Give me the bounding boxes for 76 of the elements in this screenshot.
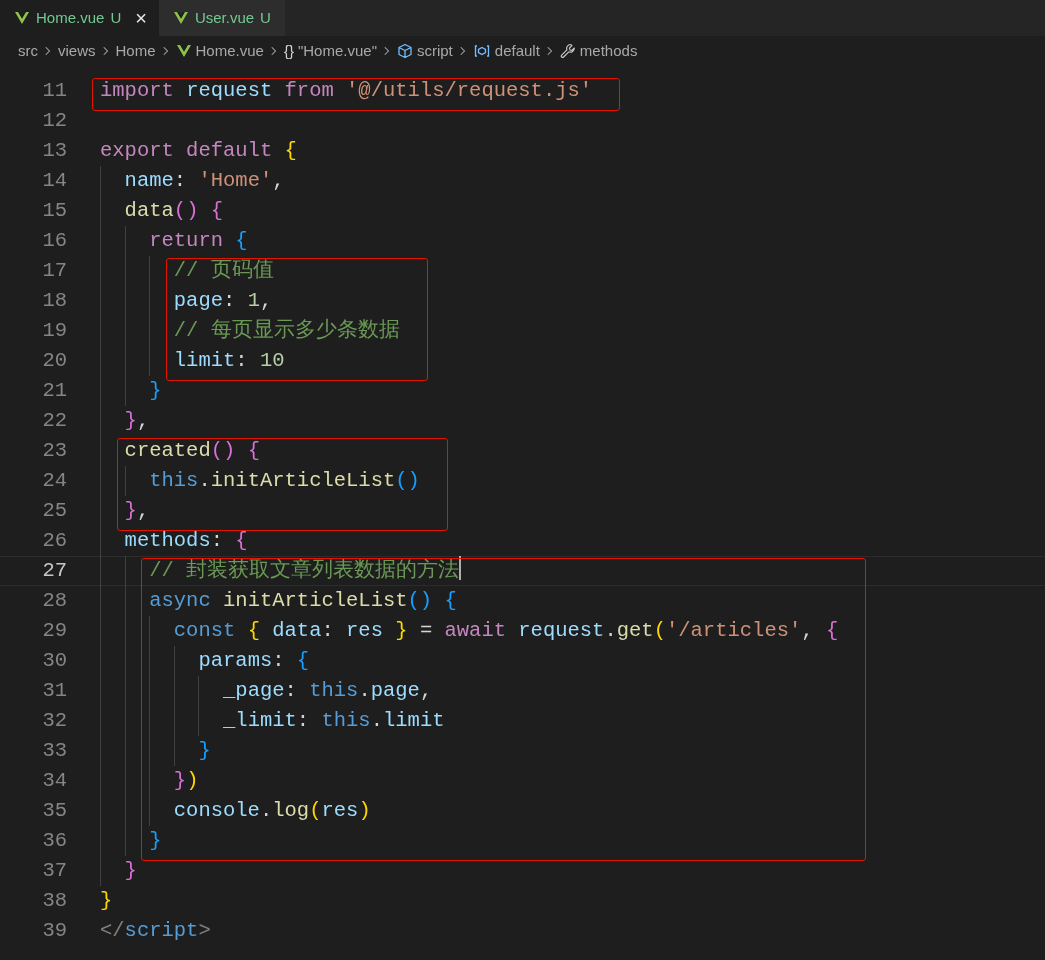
breadcrumb-item[interactable]: "Home.vue" — [297, 39, 377, 63]
line-number: 12 — [41, 108, 67, 134]
line-number: 16 — [41, 228, 67, 254]
vue-logo-icon — [14, 10, 30, 26]
editor-tab[interactable]: User.vue U — [158, 0, 285, 36]
line-number: 34 — [41, 768, 67, 794]
code-line: page: 1, — [173, 288, 273, 314]
line-number: 17 — [41, 258, 67, 284]
code-line: } — [124, 858, 137, 884]
line-number: 28 — [41, 588, 67, 614]
code-line: data() { — [124, 198, 224, 224]
code-line: import request from '@/utils/request.js' — [100, 78, 593, 104]
line-number: 21 — [41, 378, 67, 404]
code-line: // 封装获取文章列表数据的方法 — [149, 558, 460, 584]
breadcrumb-item[interactable]: methods — [579, 39, 638, 63]
breadcrumb-item[interactable]: Home.vue — [195, 39, 264, 63]
line-number: 11 — [41, 78, 67, 104]
line-number: 27 — [41, 558, 67, 584]
breadcrumb-item[interactable]: default — [494, 39, 540, 63]
code-line: } — [100, 888, 113, 914]
line-number: 37 — [41, 858, 67, 884]
code-line: export default { — [100, 138, 297, 164]
vue-logo-icon — [172, 10, 189, 26]
line-number: 15 — [41, 198, 67, 224]
line-number: 26 — [41, 528, 67, 554]
code-line: params: { — [198, 648, 310, 674]
braces-icon: {} — [283, 39, 294, 63]
breadcrumb-item[interactable]: script — [416, 39, 453, 63]
code-line: return { — [149, 228, 248, 254]
line-number: 18 — [41, 288, 67, 314]
code-line: const { data: res } = await request.get('/articles', { — [173, 618, 839, 644]
code-line: _limit: this.limit — [223, 708, 445, 734]
code-line: }, — [124, 498, 150, 524]
close-icon[interactable]: × — [135, 8, 147, 28]
code-line: methods: { — [124, 528, 248, 554]
code-line: _page: this.page, — [223, 678, 433, 704]
code-line: } — [198, 738, 211, 764]
code-line: async initArticleList() { — [149, 588, 457, 614]
line-number: 32 — [41, 708, 67, 734]
wrench-icon — [559, 43, 576, 59]
code-line: console.log(res) — [173, 798, 371, 824]
line-number: 20 — [41, 348, 67, 374]
line-number: 30 — [41, 648, 67, 674]
line-number: 38 — [41, 888, 67, 914]
text-cursor — [459, 556, 462, 580]
code-line: } — [149, 378, 162, 404]
line-number: 35 — [41, 798, 67, 824]
breadcrumb-item[interactable]: views — [58, 39, 96, 63]
line-number: 31 — [41, 678, 67, 704]
code-line: // 页码值 — [173, 258, 274, 284]
editor-tab[interactable]: Home.vue U × — [0, 0, 159, 36]
line-number: 39 — [41, 918, 67, 944]
code-line: </script> — [100, 918, 211, 944]
line-number: 24 — [41, 468, 67, 494]
code-line: } — [149, 828, 162, 854]
line-number: 29 — [41, 618, 67, 644]
code-line: }, — [124, 408, 150, 434]
line-number: 33 — [41, 738, 67, 764]
line-number: 25 — [41, 498, 67, 524]
vue-logo-icon — [175, 43, 192, 59]
code-line: // 每页显示多少条数据 — [173, 317, 400, 344]
code-line: }) — [173, 768, 199, 794]
line-number: 22 — [41, 408, 67, 434]
code-line: created() { — [124, 438, 260, 464]
line-number: 14 — [41, 168, 67, 194]
line-number: 36 — [41, 828, 67, 854]
breadcrumb-item[interactable]: src — [18, 39, 38, 63]
code-line: this.initArticleList() — [149, 468, 420, 494]
module-icon — [472, 43, 491, 59]
line-number: 13 — [41, 138, 67, 164]
breadcrumb-item[interactable]: Home — [115, 39, 156, 63]
code-line: name: 'Home', — [124, 168, 285, 194]
cube-icon — [396, 43, 413, 59]
line-number: 19 — [41, 318, 67, 344]
code-line: limit: 10 — [173, 348, 285, 374]
line-number: 23 — [41, 438, 67, 464]
